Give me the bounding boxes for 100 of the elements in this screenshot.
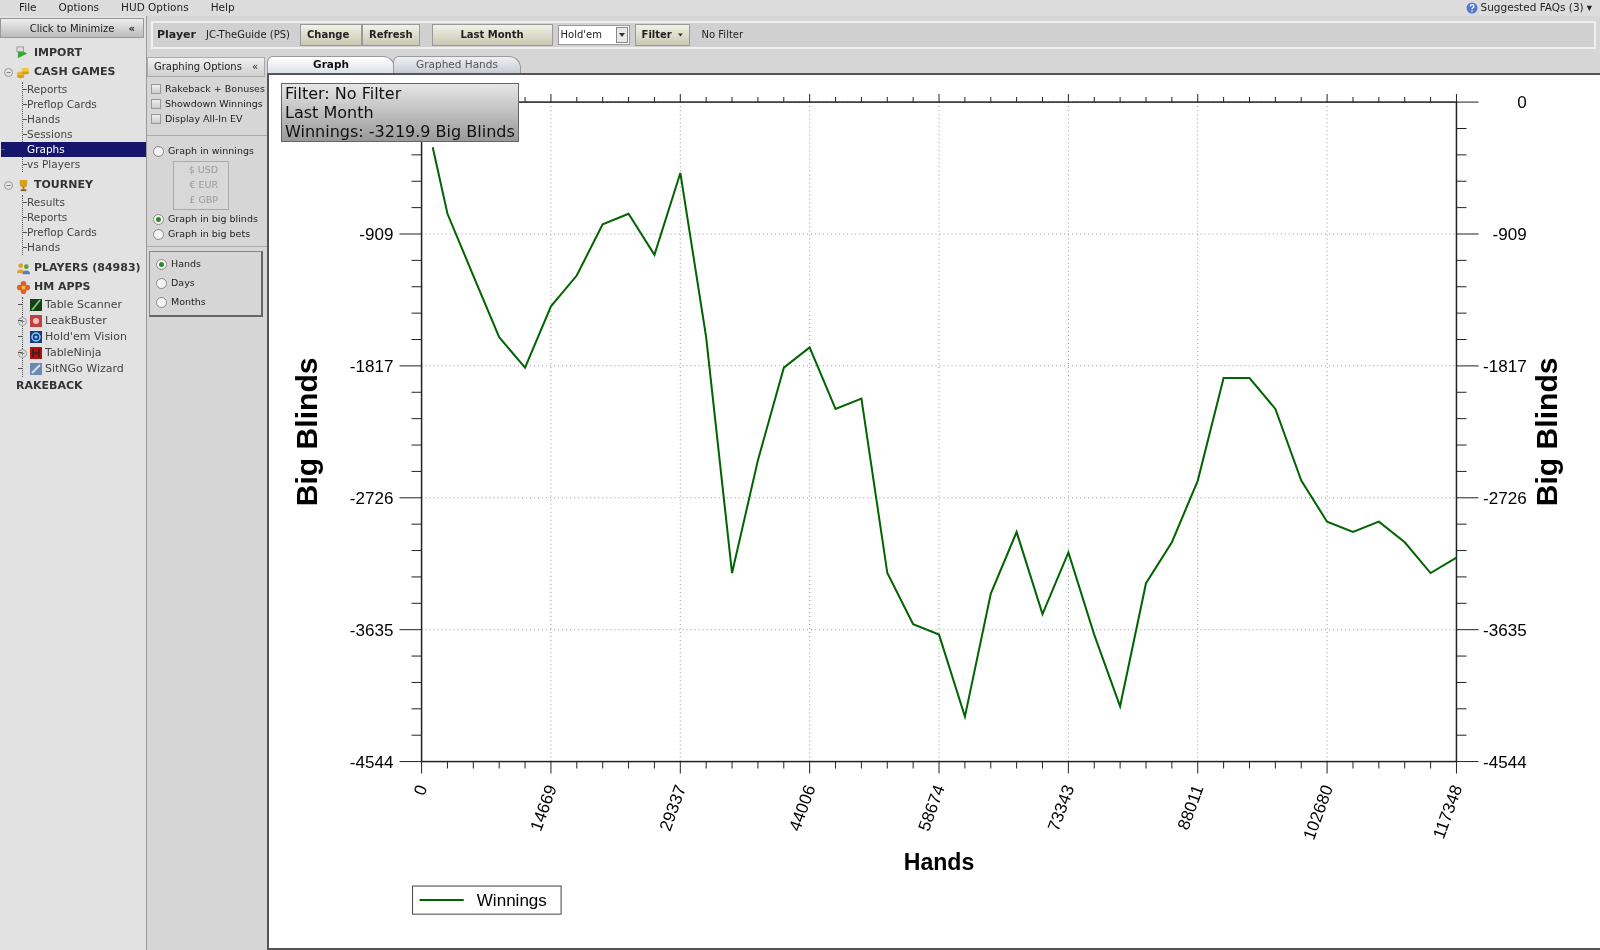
sidebar-item[interactable]: TableNinja	[45, 344, 102, 362]
player-label: Player	[157, 26, 196, 43]
x-tick-label: 58674	[914, 782, 949, 834]
radio-button[interactable]	[153, 145, 164, 157]
people-icon	[16, 261, 31, 276]
y-tick-label: -909	[1492, 224, 1527, 244]
info-line: Winnings: -3219.9 Big Blinds	[285, 121, 515, 141]
y-tick-label: -2726	[1483, 488, 1527, 508]
radio-button[interactable]	[153, 228, 164, 240]
option-label: Graph in big blinds	[168, 212, 258, 227]
section-heading[interactable]: HM APPS	[34, 279, 91, 296]
wand-icon	[30, 363, 42, 375]
section-heading[interactable]: IMPORT	[34, 45, 82, 62]
sidebar-item[interactable]: LeakBuster	[45, 312, 107, 330]
tab[interactable]: Graphed Hands	[393, 55, 521, 73]
y-tick-label: -1817	[349, 356, 394, 376]
menu-item[interactable]: HUD Options	[110, 0, 200, 16]
game-select[interactable]: Hold'em	[557, 24, 630, 45]
legend-label: Winnings	[476, 890, 547, 910]
legend-swatch	[419, 898, 464, 901]
option-label: Showdown Winnings	[165, 97, 263, 112]
filter-status: No Filter	[701, 28, 744, 43]
checkbox[interactable]	[151, 84, 161, 95]
option-label: Rakeback + Bonuses	[165, 82, 265, 97]
x-tick-label: 73343	[1044, 782, 1079, 834]
radio-button[interactable]	[153, 213, 164, 225]
checkbox[interactable]	[151, 99, 161, 110]
scanner-icon	[30, 299, 42, 311]
option-label: Months	[171, 295, 206, 310]
y-tick-label: -3635	[1483, 620, 1527, 640]
section-heading[interactable]: TOURNEY	[34, 177, 93, 194]
caret-icon	[618, 32, 625, 37]
section-heading[interactable]: CASH GAMES	[34, 64, 116, 81]
tab[interactable]: Graph	[267, 55, 395, 73]
y-axis-title: Big Blinds	[290, 357, 324, 506]
y-tick-label: -4544	[349, 752, 394, 772]
filter-button[interactable]: Filter	[634, 23, 690, 46]
checkbox-option[interactable]: Showdown Winnings	[151, 96, 267, 112]
eye-icon	[30, 331, 42, 343]
x-tick-label: 88011	[1173, 782, 1208, 833]
collapse-icon[interactable]	[4, 181, 13, 190]
expand-icon[interactable]	[18, 348, 27, 358]
player-name: JC-TheGuide (PS)	[206, 28, 290, 43]
radio-button[interactable]	[156, 277, 167, 289]
option-label: Hands	[171, 257, 201, 272]
info-line: Filter: No Filter	[285, 83, 403, 103]
x-tick-label: 102680	[1299, 782, 1337, 843]
x-tick-label: 117348	[1429, 782, 1467, 842]
radio-button[interactable]	[156, 296, 167, 308]
app-icon	[30, 315, 42, 327]
y-tick-label: 0	[1517, 92, 1527, 112]
period-button[interactable]: Last Month	[431, 23, 553, 46]
sidebar-item[interactable]: Hands	[23, 240, 146, 255]
y-tick-label: -1817	[1483, 356, 1527, 376]
menu-item[interactable]: Help	[199, 0, 246, 16]
sidebar-item[interactable]: Hold'em Vision	[45, 328, 127, 346]
faq-menu[interactable]: Suggested FAQs (3) ▾	[1465, 0, 1592, 16]
y-axis-title: Big Blinds	[1529, 357, 1563, 506]
menu-item[interactable]: Options	[47, 0, 111, 16]
menu-item[interactable]: File	[8, 0, 48, 16]
help-icon	[1465, 2, 1478, 14]
checkbox[interactable]	[151, 114, 161, 125]
option-label: Graph in big bets	[168, 227, 251, 242]
x-tick-label: 44006	[785, 782, 820, 834]
y-tick-label: -3635	[349, 620, 394, 640]
sidebar-item[interactable]: Hands	[23, 112, 146, 127]
refresh-button[interactable]: Refresh	[361, 23, 420, 46]
sidebar-item[interactable]: Table Scanner	[45, 296, 122, 314]
sidebar-item[interactable]: Sessions	[23, 127, 146, 142]
checkbox-option[interactable]: Rakeback + Bonuses	[151, 81, 267, 97]
radio-button[interactable]	[156, 258, 167, 270]
options-header[interactable]: Graphing Options «	[147, 56, 265, 77]
app-icon	[30, 347, 42, 359]
option-label: Display All-In EV	[165, 112, 243, 127]
section-heading[interactable]: PLAYERS (84983)	[34, 260, 141, 277]
y-tick-label: -2726	[349, 488, 394, 508]
sidebar-item[interactable]: Reports	[23, 82, 146, 97]
sidebar-item[interactable]: Results	[23, 195, 146, 210]
x-tick-label: 14669	[526, 782, 561, 834]
option-label: Graph in winnings	[168, 144, 254, 159]
sidebar-item[interactable]: Preflop Cards	[23, 225, 146, 240]
expand-icon[interactable]	[18, 316, 27, 326]
option-label: Days	[171, 276, 195, 291]
y-tick-label: -4544	[1483, 752, 1527, 772]
section-heading[interactable]: RAKEBACK	[16, 378, 83, 395]
x-axis-title: Hands	[903, 848, 975, 875]
caret-icon	[677, 32, 683, 37]
sidebar-item[interactable]: vs Players	[23, 157, 146, 172]
collapse-icon[interactable]	[4, 68, 13, 77]
minimize-bar[interactable]: Click to Minimize «	[0, 18, 144, 38]
y-tick-label: -909	[359, 224, 394, 244]
info-line: Last Month	[285, 102, 375, 122]
change-button[interactable]: Change	[299, 23, 362, 46]
x-tick-label: 0	[410, 782, 432, 798]
flower-icon	[16, 280, 31, 295]
sidebar-item[interactable]: Graphs	[1, 142, 146, 157]
sidebar-item[interactable]: Preflop Cards	[23, 97, 146, 112]
sidebar-item[interactable]: Reports	[23, 210, 146, 225]
sidebar-item[interactable]: SitNGo Wizard	[45, 360, 124, 378]
checkbox-option[interactable]: Display All-In EV	[151, 111, 267, 127]
